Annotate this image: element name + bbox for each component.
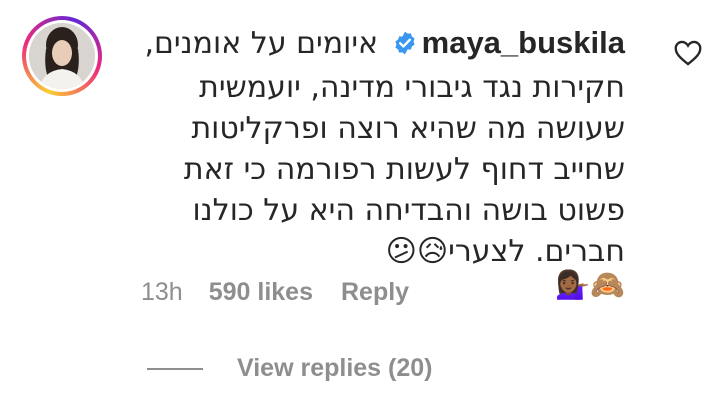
comment-message: איומים על אומנים, חקירות נגד גיבורי מדינ…: [144, 26, 625, 269]
view-replies-button[interactable]: View replies (20): [147, 354, 432, 383]
heart-outline-icon[interactable]: [674, 40, 702, 66]
comment-body: maya_buskila איומים על אומנים, חקירות נג…: [135, 22, 625, 302]
comment-text: maya_buskila איומים על אומנים, חקירות נג…: [135, 22, 625, 272]
verified-badge-icon: [392, 26, 418, 67]
comment-timestamp: 13h: [141, 278, 183, 306]
avatar-photo: [29, 23, 95, 89]
view-replies-label: View replies (20): [237, 354, 433, 382]
reply-button[interactable]: Reply: [341, 278, 409, 307]
likes-count-button[interactable]: 590 likes: [209, 278, 313, 307]
avatar-story-ring[interactable]: [22, 16, 102, 96]
view-replies-divider: [147, 367, 203, 370]
avatar[interactable]: [29, 23, 95, 89]
comment-username[interactable]: maya_buskila: [422, 25, 625, 60]
comment-meta: 13h 590 likes Reply: [141, 278, 409, 307]
